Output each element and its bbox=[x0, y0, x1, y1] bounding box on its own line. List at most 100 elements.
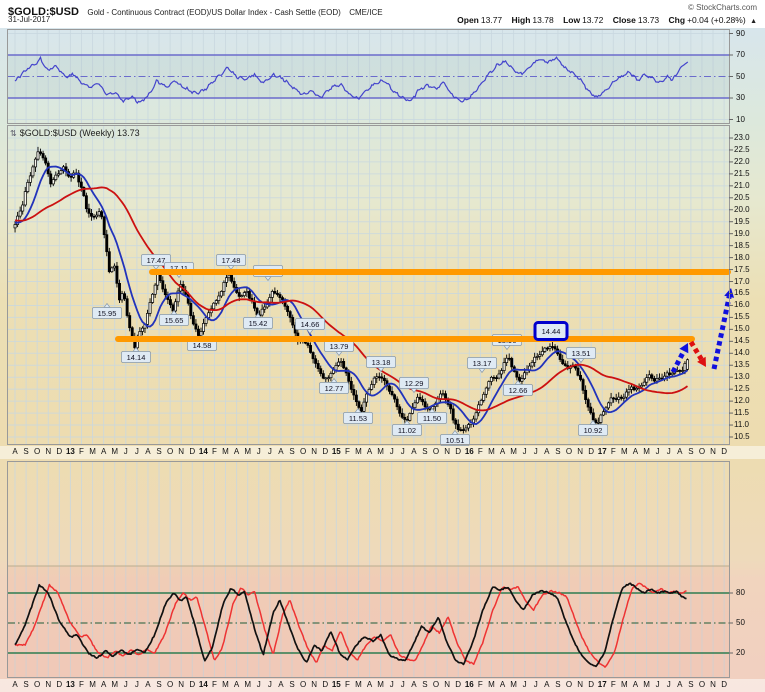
month-label: A bbox=[633, 447, 638, 457]
month-label: A bbox=[12, 447, 17, 457]
month-label: O bbox=[433, 680, 439, 690]
month-label: N bbox=[45, 447, 51, 457]
month-label: 16 bbox=[465, 680, 474, 690]
month-label: M bbox=[222, 680, 229, 690]
month-label: J bbox=[656, 447, 660, 457]
month-label: J bbox=[523, 680, 527, 690]
month-label: A bbox=[101, 447, 106, 457]
price-swing-label: 13.17 bbox=[468, 358, 497, 373]
projection-arrow-red bbox=[691, 342, 706, 367]
price-swing-label: 12.29 bbox=[400, 378, 429, 393]
month-label: 17 bbox=[598, 447, 607, 457]
month-label: O bbox=[566, 447, 572, 457]
rsi-axis-tick: 70 bbox=[736, 51, 745, 59]
price-axis-tick: 20.5 bbox=[734, 194, 750, 202]
price-axis-tick: 19.5 bbox=[734, 218, 750, 226]
chart-canvas: 17.4717.1117.4816.7514.6613.7913.1812.29… bbox=[0, 0, 765, 692]
month-label: O bbox=[566, 680, 572, 690]
month-label: N bbox=[311, 680, 317, 690]
svg-text:14.58: 14.58 bbox=[193, 341, 212, 350]
price-axis-tick: 20.0 bbox=[734, 206, 750, 214]
svg-text:13.51: 13.51 bbox=[572, 349, 591, 358]
month-label: O bbox=[34, 680, 40, 690]
month-label: D bbox=[721, 680, 727, 690]
price-axis-tick: 23.0 bbox=[734, 134, 750, 142]
price-swing-label: 12.66 bbox=[504, 381, 533, 396]
rsi-axis-tick: 50 bbox=[736, 73, 745, 81]
month-label: M bbox=[643, 680, 650, 690]
month-label: F bbox=[611, 680, 616, 690]
svg-text:15.95: 15.95 bbox=[98, 309, 117, 318]
price-swing-label: 11.02 bbox=[393, 421, 422, 436]
month-label: F bbox=[478, 680, 483, 690]
price-axis-tick: 15.5 bbox=[734, 313, 750, 321]
month-label: O bbox=[300, 447, 306, 457]
month-label: D bbox=[322, 447, 328, 457]
month-label: A bbox=[12, 680, 17, 690]
month-label: N bbox=[444, 447, 450, 457]
month-label: F bbox=[212, 447, 217, 457]
svg-text:10.51: 10.51 bbox=[446, 436, 465, 445]
month-label: J bbox=[390, 680, 394, 690]
month-label: J bbox=[257, 680, 261, 690]
month-label: N bbox=[710, 447, 716, 457]
month-label: D bbox=[588, 447, 594, 457]
price-axis-tick: 18.0 bbox=[734, 254, 750, 262]
month-label: A bbox=[234, 447, 239, 457]
chart-type-icon: ⇅ bbox=[10, 129, 17, 138]
svg-text:13.18: 13.18 bbox=[372, 358, 391, 367]
price-axis-tick: 17.0 bbox=[734, 278, 750, 286]
price-swing-label: 10.51 bbox=[441, 431, 470, 446]
month-label: M bbox=[355, 447, 362, 457]
month-label: J bbox=[135, 447, 139, 457]
price-axis-tick: 15.0 bbox=[734, 325, 750, 333]
month-label: O bbox=[699, 447, 705, 457]
month-label: M bbox=[377, 680, 384, 690]
month-label: 16 bbox=[465, 447, 474, 457]
month-label: S bbox=[555, 680, 560, 690]
month-label: M bbox=[244, 680, 251, 690]
month-label: M bbox=[488, 680, 495, 690]
rsi-axis-tick: 90 bbox=[736, 30, 745, 38]
svg-text:12.66: 12.66 bbox=[509, 386, 528, 395]
month-label: 15 bbox=[332, 680, 341, 690]
boxed-price-label: 14.44 bbox=[535, 323, 567, 340]
month-label: A bbox=[500, 680, 505, 690]
month-label: M bbox=[111, 447, 118, 457]
month-label: A bbox=[367, 680, 372, 690]
month-label: A bbox=[677, 447, 682, 457]
svg-text:11.50: 11.50 bbox=[423, 414, 441, 423]
price-axis-tick: 21.0 bbox=[734, 182, 750, 190]
stoch-axis-tick: 20 bbox=[736, 649, 745, 657]
month-label: N bbox=[577, 447, 583, 457]
month-label: J bbox=[523, 447, 527, 457]
rsi-axis-tick: 30 bbox=[736, 94, 745, 102]
month-label: D bbox=[588, 680, 594, 690]
price-axis-tick: 14.5 bbox=[734, 337, 750, 345]
month-label: M bbox=[222, 447, 229, 457]
month-label: F bbox=[345, 447, 350, 457]
svg-text:14.66: 14.66 bbox=[301, 320, 320, 329]
month-label: J bbox=[257, 447, 261, 457]
legend-text: $GOLD:$USD (Weekly) 13.73 bbox=[20, 128, 140, 138]
month-label: D bbox=[322, 680, 328, 690]
month-label: F bbox=[611, 447, 616, 457]
month-label: A bbox=[234, 680, 239, 690]
month-label: M bbox=[510, 680, 517, 690]
month-label: N bbox=[311, 447, 317, 457]
month-label: A bbox=[411, 680, 416, 690]
svg-text:12.77: 12.77 bbox=[325, 384, 344, 393]
month-label: M bbox=[89, 680, 96, 690]
price-axis-tick: 13.0 bbox=[734, 373, 750, 381]
price-axis-tick: 16.5 bbox=[734, 289, 750, 297]
month-label: D bbox=[189, 680, 195, 690]
month-label: 14 bbox=[199, 680, 208, 690]
month-label: S bbox=[422, 447, 427, 457]
stoch-axis-tick: 80 bbox=[736, 589, 745, 597]
month-label: A bbox=[544, 680, 549, 690]
month-label: D bbox=[455, 680, 461, 690]
month-label: F bbox=[212, 680, 217, 690]
month-label: M bbox=[377, 447, 384, 457]
month-label: M bbox=[355, 680, 362, 690]
month-label: J bbox=[667, 447, 671, 457]
